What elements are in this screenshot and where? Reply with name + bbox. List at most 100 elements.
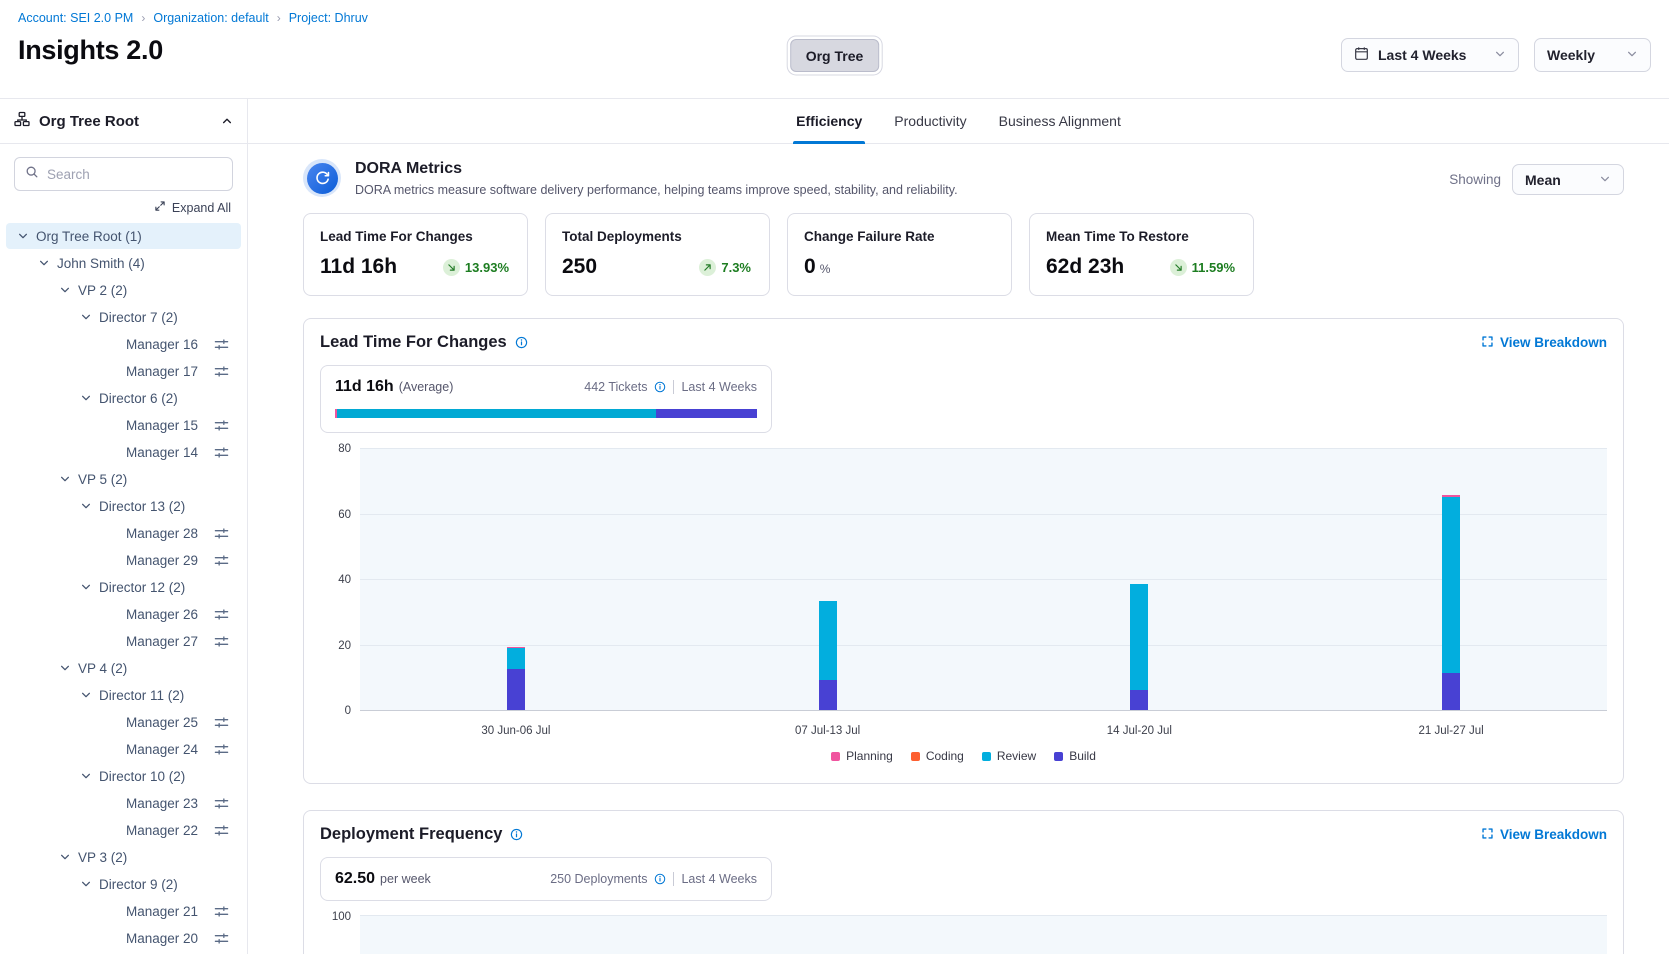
tab-productivity[interactable]: Productivity — [891, 99, 969, 143]
tree-item-label: Manager 21 — [126, 904, 198, 919]
tree-item[interactable]: Director 12 (2) — [6, 574, 241, 600]
tree-item[interactable]: Manager 25 — [6, 709, 241, 735]
chevron-down-icon[interactable] — [79, 500, 93, 512]
chevron-down-icon[interactable] — [16, 230, 30, 242]
legend-item-review[interactable]: Review — [982, 749, 1036, 763]
legend-swatch — [982, 752, 991, 761]
tree-item[interactable]: Manager 27 — [6, 628, 241, 654]
showing-select[interactable]: Mean — [1512, 164, 1624, 195]
filter-sliders-icon[interactable] — [214, 418, 229, 433]
tree-item-label: Manager 15 — [126, 418, 198, 433]
y-axis-label: 80 — [338, 443, 351, 455]
info-icon[interactable] — [515, 336, 528, 349]
search-input[interactable] — [47, 167, 222, 182]
sidebar-title: Org Tree Root — [39, 113, 139, 130]
filter-sliders-icon[interactable] — [214, 553, 229, 568]
chevron-down-icon[interactable] — [79, 770, 93, 782]
filter-sliders-icon[interactable] — [214, 742, 229, 757]
filter-sliders-icon[interactable] — [214, 607, 229, 622]
tree-item[interactable]: Manager 14 — [6, 439, 241, 465]
filter-sliders-icon[interactable] — [214, 634, 229, 649]
chevron-down-icon[interactable] — [58, 473, 72, 485]
filter-sliders-icon[interactable] — [214, 823, 229, 838]
filter-sliders-icon[interactable] — [214, 796, 229, 811]
chevron-down-icon[interactable] — [37, 257, 51, 269]
tree-item[interactable]: Director 11 (2) — [6, 682, 241, 708]
expand-all-button[interactable]: Expand All — [0, 195, 247, 220]
tree-item[interactable]: Manager 26 — [6, 601, 241, 627]
filter-sliders-icon[interactable] — [214, 904, 229, 919]
tab-business-alignment[interactable]: Business Alignment — [996, 99, 1124, 143]
tree-item-label: Director 12 (2) — [99, 580, 185, 595]
info-icon[interactable] — [654, 873, 666, 885]
org-tree-button[interactable]: Org Tree — [790, 39, 880, 72]
tree-item[interactable]: John Smith (4) — [6, 250, 241, 276]
tree-item[interactable]: Manager 20 — [6, 925, 241, 951]
tree-item[interactable]: Manager 29 — [6, 547, 241, 573]
tree-item[interactable]: Manager 15 — [6, 412, 241, 438]
tree-item[interactable]: Manager 23 — [6, 790, 241, 816]
info-icon[interactable] — [654, 381, 666, 393]
y-axis: 100 — [320, 915, 360, 954]
tree-item-label: Org Tree Root (1) — [36, 229, 142, 244]
tree-item-label: Manager 25 — [126, 715, 198, 730]
chevron-down-icon[interactable] — [58, 284, 72, 296]
tree-item[interactable]: Manager 21 — [6, 898, 241, 924]
legend-item-coding[interactable]: Coding — [911, 749, 964, 763]
date-range-select[interactable]: Last 4 Weeks — [1341, 38, 1519, 72]
hbar-segment-build — [656, 409, 757, 418]
trend-value: 13.93% — [465, 260, 509, 275]
tree-item[interactable]: VP 2 (2) — [6, 277, 241, 303]
chevron-down-icon[interactable] — [79, 878, 93, 890]
chevron-down-icon[interactable] — [79, 311, 93, 323]
breadcrumb-link[interactable]: Account: SEI 2.0 PM — [18, 11, 133, 25]
legend-item-build[interactable]: Build — [1054, 749, 1096, 763]
chevron-down-icon[interactable] — [79, 392, 93, 404]
tree-item[interactable]: Director 10 (2) — [6, 763, 241, 789]
granularity-value: Weekly — [1547, 47, 1617, 63]
view-breakdown-link[interactable]: View Breakdown — [1481, 827, 1607, 843]
filter-sliders-icon[interactable] — [214, 931, 229, 946]
date-range-value: Last 4 Weeks — [1378, 47, 1485, 63]
chevron-down-icon[interactable] — [79, 689, 93, 701]
info-icon[interactable] — [510, 828, 523, 841]
lead-time-title: Lead Time For Changes — [320, 333, 507, 352]
legend-item-planning[interactable]: Planning — [831, 749, 893, 763]
tree-item[interactable]: VP 5 (2) — [6, 466, 241, 492]
view-breakdown-link[interactable]: View Breakdown — [1481, 335, 1607, 351]
chevron-down-icon[interactable] — [79, 581, 93, 593]
tree-item[interactable]: Director 6 (2) — [6, 385, 241, 411]
tree-item-label: Director 13 (2) — [99, 499, 185, 514]
granularity-select[interactable]: Weekly — [1534, 38, 1651, 72]
tree-item[interactable]: VP 3 (2) — [6, 844, 241, 870]
tree-item[interactable]: Manager 28 — [6, 520, 241, 546]
tree-item[interactable]: Director 13 (2) — [6, 493, 241, 519]
tree-item[interactable]: Manager 22 — [6, 817, 241, 843]
lead-time-chart: 020406080 — [320, 449, 1607, 711]
bar-segment-review — [507, 648, 525, 669]
chevron-down-icon[interactable] — [58, 851, 72, 863]
tree-item[interactable]: Org Tree Root (1) — [6, 223, 241, 249]
breadcrumb-link[interactable]: Organization: default — [153, 11, 268, 25]
tab-efficiency[interactable]: Efficiency — [793, 99, 865, 143]
chevron-down-icon[interactable] — [58, 662, 72, 674]
filter-sliders-icon[interactable] — [214, 526, 229, 541]
tree-item[interactable]: VP 4 (2) — [6, 655, 241, 681]
tree-item[interactable]: Manager 17 — [6, 358, 241, 384]
filter-sliders-icon[interactable] — [214, 445, 229, 460]
filter-sliders-icon[interactable] — [214, 364, 229, 379]
chevron-up-icon[interactable] — [221, 115, 233, 127]
hbar-segment-review — [337, 409, 656, 418]
org-tree-sidebar: Org Tree Root Expand All Org Tree Root (… — [0, 99, 248, 954]
tree-item[interactable]: Manager 16 — [6, 331, 241, 357]
tree-item-label: Manager 17 — [126, 364, 198, 379]
tree-item[interactable]: Director 9 (2) — [6, 871, 241, 897]
stacked-bar — [507, 647, 525, 710]
tree-item[interactable]: Director 7 (2) — [6, 304, 241, 330]
breadcrumb-link[interactable]: Project: Dhruv — [289, 11, 368, 25]
y-axis: 020406080 — [320, 449, 360, 711]
filter-sliders-icon[interactable] — [214, 337, 229, 352]
tree-item[interactable]: Manager 24 — [6, 736, 241, 762]
filter-sliders-icon[interactable] — [214, 715, 229, 730]
trend-value: 7.3% — [721, 260, 751, 275]
